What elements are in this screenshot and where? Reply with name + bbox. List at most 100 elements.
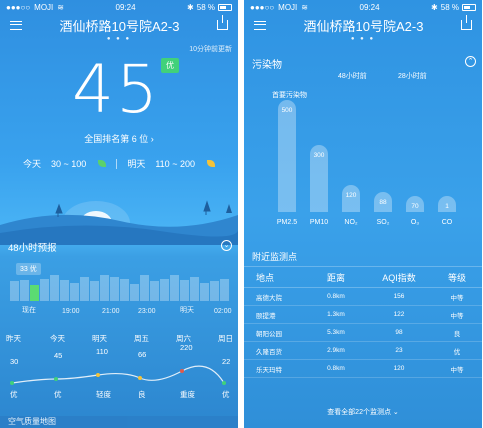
signal-icon: ●●●○○	[250, 2, 275, 12]
share-icon[interactable]	[216, 15, 228, 30]
hour-bar[interactable]	[180, 280, 189, 301]
bluetooth-icon: ✱	[187, 2, 194, 12]
hour-bar[interactable]	[30, 285, 39, 301]
hour-bar[interactable]	[100, 275, 109, 301]
station-place: 颐提港	[256, 312, 276, 320]
station-place: 朝阳公园	[256, 330, 282, 338]
battery-icon	[217, 3, 232, 11]
daily-forecast: 昨天 30 优今天 45 优明天 110 轻度 周五 66 良周六 220 重度 周日 22 优	[0, 333, 238, 403]
table-row[interactable]: 朝阳公园 5.3km 98 良	[244, 324, 482, 342]
hour-bar[interactable]	[120, 279, 129, 301]
status-bar: ●●●○○ MOJI ≋ 09:24 ✱ 58 %	[0, 0, 238, 14]
pollutant-bar[interactable]	[278, 100, 296, 212]
col-aqi: AQI指数	[382, 272, 416, 283]
hour-bar[interactable]	[60, 280, 69, 301]
chevron-down-icon[interactable]: ⌄	[221, 240, 232, 251]
day-quality: 优	[10, 390, 18, 399]
station-place: 高德大院	[256, 294, 282, 302]
carrier-name: MOJI	[34, 2, 54, 12]
station-level: 良	[453, 330, 461, 338]
table-row[interactable]: 乐天玛特 0.8km 120 中等	[244, 360, 482, 378]
hour-bar[interactable]	[210, 281, 219, 301]
battery-percent: 58 %	[196, 2, 215, 12]
share-icon[interactable]	[460, 15, 472, 30]
hour-label: 现在	[22, 307, 36, 314]
station-distance: 0.8km	[327, 365, 345, 372]
wifi-icon: ≋	[57, 2, 64, 12]
tab-28h[interactable]: 28小时前	[398, 71, 427, 81]
aqi-display: 45 优	[0, 54, 238, 134]
location-title[interactable]: 酒仙桥路10号院A2-3	[304, 16, 424, 35]
divider	[116, 158, 118, 169]
wifi-icon: ≋	[301, 2, 308, 12]
hour-label: 23:00	[138, 308, 156, 315]
table-row[interactable]: 颐提港 1.3km 122 中等	[244, 306, 482, 324]
page-dots: ● ● ●	[350, 36, 376, 42]
status-time: 09:24	[115, 2, 136, 12]
tab-48h[interactable]: 48小时前	[338, 71, 367, 81]
col-level: 等级	[447, 272, 466, 283]
pollutant-name: CO	[441, 219, 453, 226]
hour-bar[interactable]	[200, 283, 209, 301]
station-distance: 5.3km	[327, 329, 345, 336]
hour-bar[interactable]	[110, 277, 119, 301]
pollutant-value: 120	[345, 192, 357, 200]
left-phone-screen: ●●●○○ MOJI ≋ 09:24 ✱ 58 % 酒仙桥路10号院A2-3 ●…	[0, 0, 238, 428]
pollutant-value: 1	[445, 203, 449, 210]
hour-bar[interactable]	[50, 275, 59, 301]
air-map-link[interactable]: 空气质量地图	[0, 416, 238, 428]
station-aqi: 23	[395, 347, 403, 354]
station-level: 中等	[450, 294, 464, 302]
station-distance: 1.3km	[327, 311, 345, 318]
hour-bar[interactable]	[160, 279, 169, 301]
table-row[interactable]: 高德大院 0.8km 156 中等	[244, 288, 482, 306]
daily-range: 今天 30 ~ 100 明天 110 ~ 200	[0, 157, 238, 170]
pollutant-value: 70	[411, 203, 419, 210]
leaf-icon	[98, 160, 107, 167]
station-place: 乐天玛特	[256, 366, 282, 374]
station-level: 优	[453, 348, 461, 356]
hour-bar[interactable]	[140, 275, 149, 301]
view-all-stations-link[interactable]: 查看全部22个监测点 ⌄	[244, 407, 482, 417]
hour-bar[interactable]	[70, 283, 79, 301]
pollutant-value: 88	[379, 199, 387, 207]
day-name: 明天	[92, 334, 107, 343]
day-quality: 优	[54, 390, 62, 399]
hour-bar[interactable]	[130, 284, 139, 301]
hour-bar[interactable]	[220, 279, 229, 301]
hour-bar[interactable]	[40, 279, 49, 301]
hourly-forecast-chart: 33 优 现在 19:00 21:00 23:00 明天 02:00	[0, 255, 238, 315]
hour-bar[interactable]	[80, 277, 89, 301]
hour-bar[interactable]	[90, 281, 99, 301]
day-name: 周五	[134, 334, 149, 343]
station-distance: 0.8km	[327, 293, 345, 300]
day-aqi-value: 66	[138, 350, 147, 359]
chevron-up-icon[interactable]: ⌃	[465, 56, 476, 67]
location-title[interactable]: 酒仙桥路10号院A2-3	[60, 16, 180, 35]
table-row[interactable]: 久隆百货 2.9km 23 优	[244, 342, 482, 360]
hour-bar[interactable]	[190, 277, 199, 301]
station-level: 中等	[450, 312, 464, 320]
hour-bar[interactable]	[150, 281, 159, 301]
primary-pollutant-label: 首要污染物	[272, 92, 307, 99]
day-name: 昨天	[6, 334, 21, 343]
hour-label: 19:00	[62, 308, 80, 315]
hour-bar[interactable]	[20, 280, 29, 301]
col-place: 地点	[256, 272, 275, 283]
hour-bar[interactable]	[10, 281, 19, 301]
pollutant-name: SO₂	[376, 219, 390, 226]
tomorrow-range: 110 ~ 200	[155, 158, 195, 169]
menu-icon[interactable]	[10, 20, 22, 30]
landscape-illustration	[0, 200, 238, 245]
station-place: 久隆百货	[256, 348, 282, 356]
top-bar: 酒仙桥路10号院A2-3	[244, 14, 482, 36]
menu-icon[interactable]	[254, 20, 266, 30]
day-aqi-value: 220	[180, 343, 193, 352]
leaf-icon	[206, 160, 215, 167]
forecast-48h-title: 48小时预报	[8, 243, 57, 254]
signal-icon: ●●●○○	[6, 2, 31, 12]
hour-bar[interactable]	[170, 275, 179, 301]
tomorrow-label: 明天	[127, 159, 146, 169]
day-quality: 重度	[180, 390, 195, 399]
station-aqi: 98	[395, 329, 403, 336]
